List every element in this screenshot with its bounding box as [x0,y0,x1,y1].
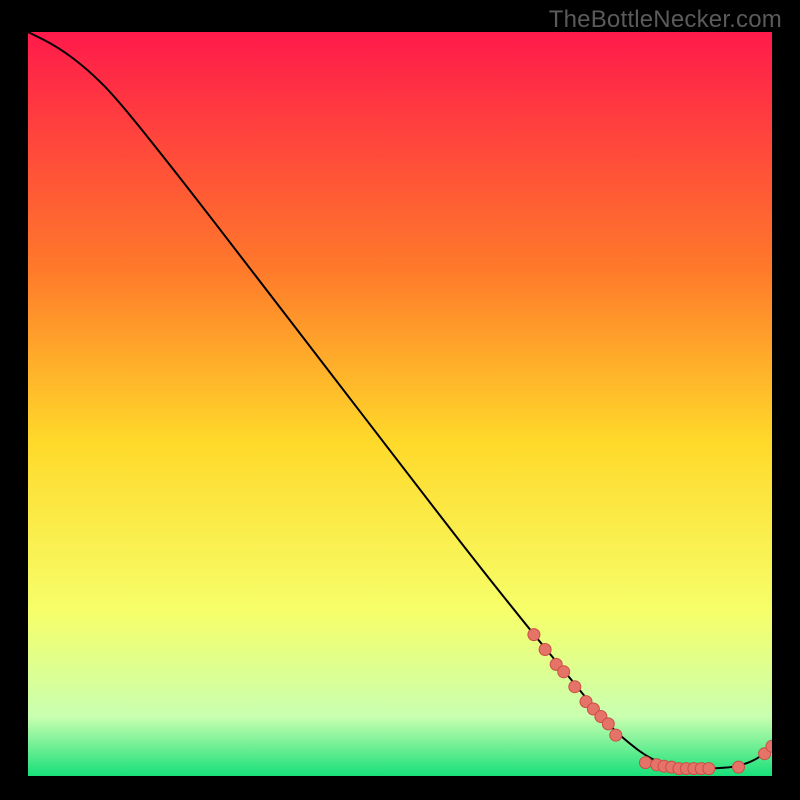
data-point [703,763,715,775]
watermark-text: TheBottleNecker.com [549,6,782,34]
data-point [528,629,540,641]
data-point [539,644,551,656]
data-point [602,718,614,730]
plot-area [28,32,772,776]
data-point [558,666,570,678]
data-point [733,761,745,773]
data-point [569,681,581,693]
gradient-background [28,32,772,776]
chart-svg [28,32,772,776]
data-point [610,729,622,741]
chart-frame: TheBottleNecker.com [0,0,800,800]
data-point [640,757,652,769]
